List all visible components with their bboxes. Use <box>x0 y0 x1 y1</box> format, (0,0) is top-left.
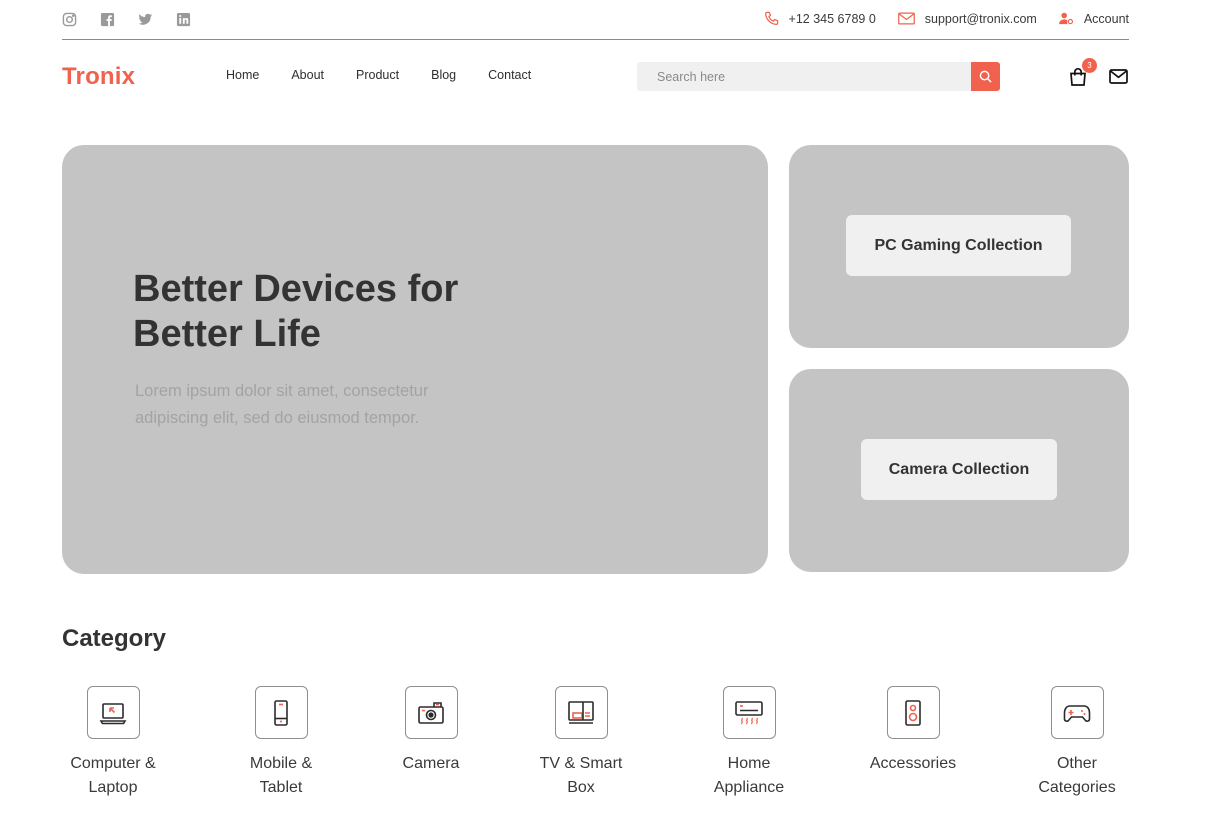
search-input[interactable] <box>637 62 971 91</box>
tv-icon <box>568 700 594 724</box>
site-logo[interactable]: Tronix <box>62 63 135 91</box>
air-conditioner-icon <box>735 700 763 724</box>
hero-title: Better Devices for Better Life <box>133 267 553 357</box>
main-header: Tronix Home About Product Blog Contact 3 <box>62 56 1129 98</box>
category-label-line1: Other <box>1056 755 1097 772</box>
category-label: Computer & Laptop <box>43 752 183 800</box>
category-icon-box <box>722 686 776 739</box>
messages-button[interactable] <box>1109 69 1128 89</box>
category-label: Camera <box>361 752 501 776</box>
social-links <box>62 12 191 27</box>
speaker-icon <box>905 699 921 726</box>
nav-contact[interactable]: Contact <box>488 68 531 82</box>
category-label-line1: Camera <box>402 755 460 772</box>
pc-gaming-collection-button[interactable]: PC Gaming Collection <box>846 215 1071 276</box>
category-item-mobile-tablet[interactable]: Mobile & Tablet <box>211 686 351 800</box>
top-bar: +12 345 6789 0 support@tronix.com Accoun… <box>62 0 1129 40</box>
support-email: support@tronix.com <box>924 11 1037 26</box>
cart-count-badge: 3 <box>1082 58 1097 73</box>
mobile-icon <box>274 699 288 726</box>
mail-icon <box>1109 69 1128 84</box>
category-label: Other Categories <box>1007 752 1147 800</box>
facebook-icon[interactable] <box>100 12 115 27</box>
nav-product[interactable]: Product <box>356 68 399 82</box>
cart-button[interactable]: 3 <box>1069 58 1097 87</box>
category-label: Accessories <box>843 752 983 776</box>
promo-card-camera: Camera Collection <box>789 369 1129 572</box>
category-label-line1: Computer & <box>70 755 156 772</box>
category-heading: Category <box>62 625 167 652</box>
category-label-line1: TV & Smart <box>539 755 623 772</box>
phone-icon <box>764 11 778 26</box>
category-icon-box <box>86 686 140 739</box>
hero-subtitle-line1: Lorem ipsum dolor sit amet, consectetur <box>135 382 429 400</box>
laptop-icon <box>99 702 127 724</box>
email-contact[interactable]: support@tronix.com <box>897 11 1037 26</box>
category-label-line1: Home <box>727 755 771 772</box>
nav-about[interactable]: About <box>291 68 324 82</box>
category-label-line1: Mobile & <box>249 755 313 772</box>
category-label: Home Appliance <box>679 752 819 800</box>
instagram-icon[interactable] <box>62 12 77 27</box>
twitter-icon[interactable] <box>138 12 153 27</box>
category-icon-box <box>404 686 458 739</box>
category-item-tv-smart-box[interactable]: TV & Smart Box <box>511 686 651 800</box>
account-link[interactable]: Account <box>1058 11 1129 26</box>
category-label-line2: Tablet <box>259 779 303 796</box>
hero-banner: Better Devices for Better Life Lorem ips… <box>62 145 768 574</box>
phone-number: +12 345 6789 0 <box>788 11 876 26</box>
search-button[interactable] <box>971 62 1000 91</box>
promo-card-pc-gaming: PC Gaming Collection <box>789 145 1129 348</box>
search-bar <box>637 62 1000 91</box>
nav-home[interactable]: Home <box>226 68 259 82</box>
category-item-computer-laptop[interactable]: Computer & Laptop <box>43 686 183 800</box>
camera-collection-button[interactable]: Camera Collection <box>861 439 1057 500</box>
category-label-line2: Laptop <box>88 779 138 796</box>
category-label-line2: Appliance <box>713 779 785 796</box>
envelope-icon <box>897 12 915 25</box>
category-label-line2: Categories <box>1038 779 1116 796</box>
category-item-camera[interactable]: Camera <box>361 686 501 776</box>
category-icon-box <box>254 686 308 739</box>
category-item-other-categories[interactable]: Other Categories <box>1007 686 1147 800</box>
category-label-line1: Accessories <box>869 755 957 772</box>
hero-title-line2: Better Life <box>133 313 321 355</box>
linkedin-icon[interactable] <box>176 12 191 27</box>
hero-subtitle-line2: adipiscing elit, sed do eiusmod tempor. <box>135 409 420 427</box>
search-icon <box>979 70 992 83</box>
phone-contact[interactable]: +12 345 6789 0 <box>764 11 876 26</box>
category-label: TV & Smart Box <box>511 752 651 800</box>
gamepad-icon <box>1063 704 1091 722</box>
camera-icon <box>418 701 444 724</box>
hero-subtitle: Lorem ipsum dolor sit amet, consectetur … <box>135 378 495 432</box>
user-settings-icon <box>1058 12 1073 25</box>
category-item-home-appliance[interactable]: Home Appliance <box>679 686 819 800</box>
category-label-line2: Box <box>567 779 595 796</box>
category-icon-box <box>1050 686 1104 739</box>
category-label: Mobile & Tablet <box>211 752 351 800</box>
main-nav: Home About Product Blog Contact <box>226 68 531 82</box>
contact-info: +12 345 6789 0 support@tronix.com Accoun… <box>742 11 1129 26</box>
nav-blog[interactable]: Blog <box>431 68 456 82</box>
category-icon-box <box>886 686 940 739</box>
category-item-accessories[interactable]: Accessories <box>843 686 983 776</box>
hero-title-line1: Better Devices for <box>133 268 459 310</box>
category-icon-box <box>554 686 608 739</box>
account-label: Account <box>1083 11 1129 26</box>
